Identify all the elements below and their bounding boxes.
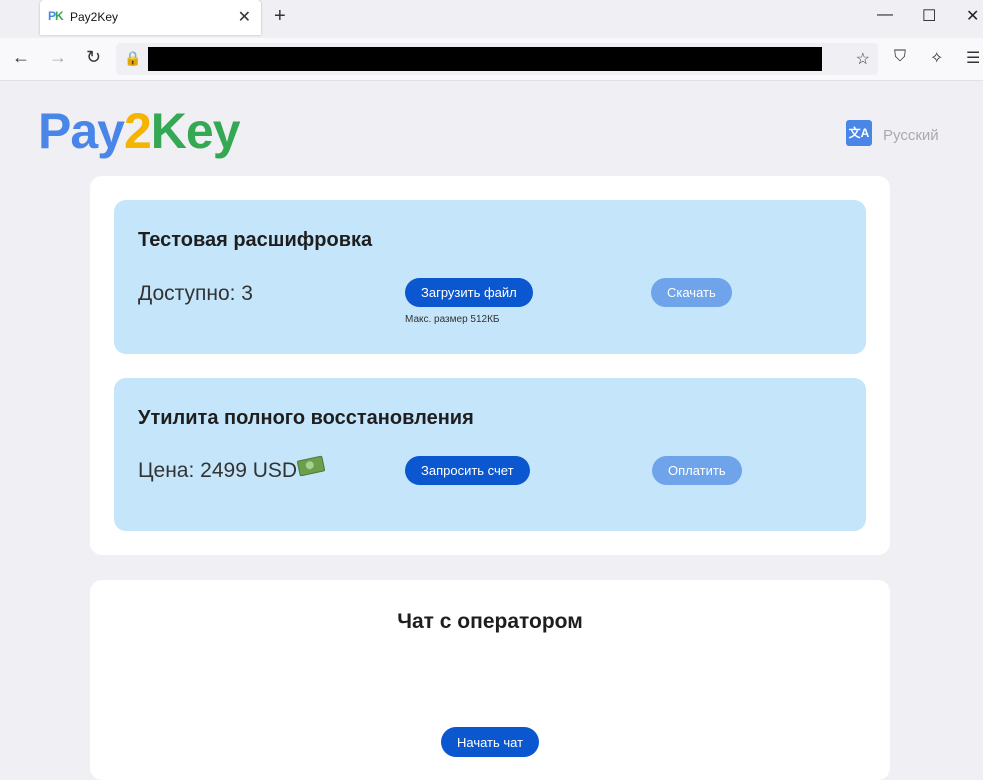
bookmark-star-icon[interactable]: ☆ <box>856 49 870 69</box>
minimize-button[interactable]: — <box>877 6 893 24</box>
lock-icon[interactable]: 🔒 <box>124 50 141 67</box>
favicon-icon: PK <box>48 9 64 23</box>
test-decryption-panel: Тестовая расшифровка Доступно: 3 Загрузи… <box>114 200 866 354</box>
price-text: Цена: 2499 USD <box>138 459 298 482</box>
tab-close-icon[interactable]: ✕ <box>238 7 251 27</box>
language-label[interactable]: Русский <box>883 127 939 144</box>
forward-icon[interactable]: → <box>49 47 67 68</box>
url-bar[interactable]: 🔒 ☆ <box>116 43 878 75</box>
available-count: Доступно: 3 <box>138 282 253 305</box>
max-size-hint: Макс. размер 512КБ <box>405 314 500 325</box>
test-decryption-title: Тестовая расшифровка <box>138 229 373 251</box>
chat-card: Чат с оператором Начать чат <box>90 580 890 780</box>
reload-icon[interactable]: ↻ <box>86 47 101 68</box>
recovery-utility-panel: Утилита полного восстановления Цена: 249… <box>114 378 866 531</box>
translate-icon: 文A <box>846 120 872 146</box>
menu-icon[interactable]: ☰ <box>966 48 980 68</box>
pay-button[interactable]: Оплатить <box>652 456 742 485</box>
actions-card: Тестовая расшифровка Доступно: 3 Загрузи… <box>90 176 890 555</box>
window-close-button[interactable]: ✕ <box>966 6 979 26</box>
recovery-utility-title: Утилита полного восстановления <box>138 407 474 429</box>
start-chat-button[interactable]: Начать чат <box>441 727 540 757</box>
browser-tab-bar: PK Pay2Key ✕ + — ☐ ✕ <box>0 0 983 38</box>
shield-icon[interactable]: ⛉ <box>894 48 906 66</box>
browser-tab[interactable]: PK Pay2Key ✕ <box>40 0 261 35</box>
chat-title: Чат с оператором <box>397 610 583 633</box>
tab-title: Pay2Key <box>70 10 119 24</box>
new-tab-button[interactable]: + <box>274 5 286 28</box>
back-icon[interactable]: ← <box>12 47 30 68</box>
pay2key-logo: Pay2Key <box>38 103 241 159</box>
logo-part-key: Key <box>150 103 241 159</box>
download-button[interactable]: Скачать <box>651 278 732 307</box>
url-input[interactable] <box>154 50 808 66</box>
logo-part-pay: Pay <box>38 103 125 159</box>
maximize-button[interactable]: ☐ <box>922 6 936 26</box>
extensions-icon[interactable]: ✧ <box>930 48 943 68</box>
request-invoice-button[interactable]: Запросить счет <box>405 456 530 485</box>
browser-toolbar: ← → ↻ 🔒 ☆ ⛉ ✧ ☰ <box>0 38 983 81</box>
logo-part-2: 2 <box>123 103 152 159</box>
upload-file-button[interactable]: Загрузить файл <box>405 278 533 307</box>
money-icon <box>296 455 326 477</box>
